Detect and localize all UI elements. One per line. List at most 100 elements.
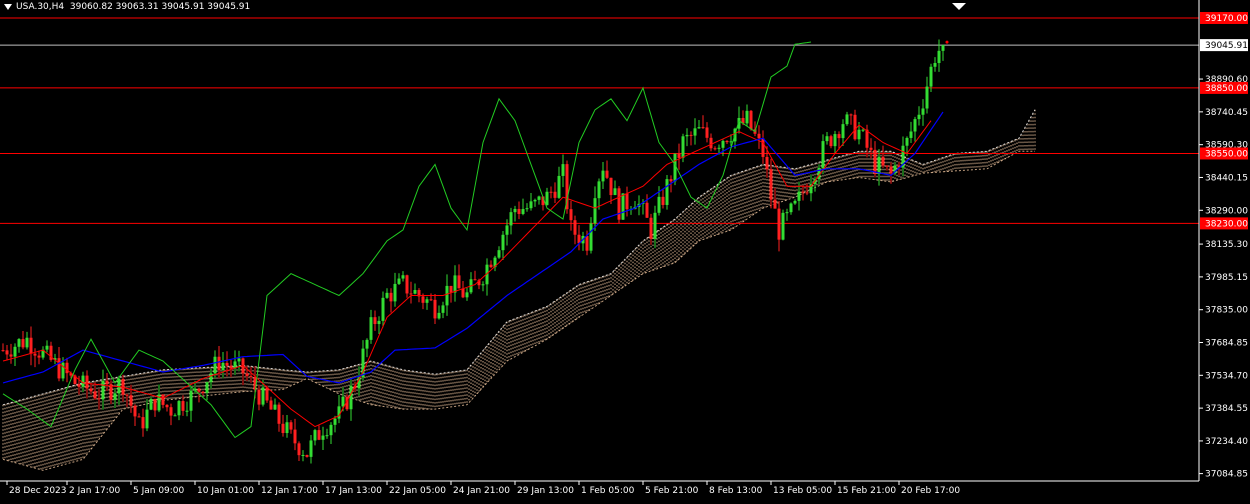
candle-body [605, 170, 609, 178]
candle-body [349, 385, 353, 410]
y-tick-label: 38135.30 [1205, 240, 1248, 250]
candle-body [797, 191, 801, 201]
chart-shift-marker-icon[interactable] [952, 3, 966, 10]
candle-body [409, 293, 413, 295]
candle-body [489, 264, 493, 268]
candle-body [677, 153, 681, 158]
candle-body [497, 250, 501, 258]
candle-body [297, 443, 301, 456]
candle-body [385, 292, 389, 298]
y-tick-label: 38230.00 [1205, 219, 1248, 229]
candle-body [129, 395, 133, 406]
candle-body [229, 365, 233, 369]
candle-body [777, 208, 781, 240]
candle-body [669, 179, 673, 182]
candle-body [101, 380, 105, 400]
candle-body [617, 188, 621, 220]
candle-body [245, 373, 249, 377]
candle-body [269, 400, 273, 410]
dropdown-triangle-icon[interactable] [4, 3, 12, 10]
y-tick-label: 37384.55 [1205, 404, 1248, 414]
x-tick-label: 22 Jan 05:00 [389, 486, 446, 496]
candle-body [885, 165, 889, 167]
candle-body [305, 454, 309, 457]
candle-body [825, 136, 829, 142]
candle-body [801, 191, 805, 193]
x-tick-label: 8 Feb 13:00 [709, 486, 763, 496]
candle-body [553, 191, 557, 198]
candle-body [301, 454, 305, 456]
x-tick-label: 5 Jan 09:00 [133, 486, 185, 496]
candle-body [209, 373, 213, 383]
y-tick-label: 37684.85 [1205, 339, 1248, 349]
candle-body [545, 191, 549, 206]
candle-body [425, 299, 429, 303]
candle-body [381, 297, 385, 321]
candle-body [625, 193, 629, 210]
candle-body [761, 138, 765, 157]
candle-body [165, 404, 169, 408]
candle-body [697, 127, 701, 129]
candle-body [877, 156, 881, 175]
x-tick-label: 13 Feb 05:00 [773, 486, 832, 496]
candle-body [757, 133, 761, 139]
y-tick-label: 37234.40 [1205, 437, 1248, 447]
candle-body [665, 179, 669, 205]
candle-body [717, 147, 721, 149]
x-tick-label: 1 Feb 05:00 [581, 486, 635, 496]
candle-body [369, 317, 373, 340]
candle-body [249, 376, 253, 378]
y-tick-label: 38550.00 [1205, 149, 1248, 159]
y-tick-label: 37084.85 [1205, 470, 1248, 480]
candle-body [289, 422, 293, 430]
candle-body [505, 225, 509, 235]
candle-body [145, 409, 149, 429]
candle-body [373, 317, 377, 325]
y-tick-label: 38740.45 [1205, 108, 1248, 118]
candle-body [689, 134, 693, 136]
candle-body [17, 339, 21, 347]
candle-body [693, 128, 697, 136]
candle-body [25, 337, 29, 348]
candle-body [265, 387, 269, 401]
candle-body [365, 339, 369, 349]
candle-body [837, 134, 841, 139]
candle-body [621, 193, 625, 220]
candle-body [413, 290, 417, 294]
candle-body [521, 209, 525, 214]
candle-body [573, 220, 577, 235]
candle-body [709, 137, 713, 149]
x-tick-label: 12 Jan 17:00 [261, 486, 318, 496]
candle-body [225, 362, 229, 366]
candle-body [185, 410, 189, 412]
candle-body [849, 114, 853, 116]
candle-body [449, 285, 453, 293]
candle-body [917, 114, 921, 120]
candle-body [317, 430, 321, 440]
candle-body [765, 156, 769, 170]
candle-body [533, 199, 537, 202]
candle-body [833, 134, 837, 147]
candle-body [525, 208, 529, 210]
candle-body [77, 384, 81, 387]
price-chart[interactable]: 39170.0039045.9138890.6038850.0038740.45… [0, 0, 1250, 500]
candle-body [201, 391, 205, 393]
candle-body [937, 50, 941, 64]
y-tick-label: 39170.00 [1205, 14, 1248, 24]
candle-body [781, 212, 785, 240]
candle-body [529, 201, 533, 209]
chart-area[interactable]: USA.30,H4 39060.82 39063.31 39045.91 390… [0, 0, 1250, 500]
candle-body [869, 147, 873, 150]
last-price-dot [945, 40, 949, 44]
candle-body [13, 346, 17, 357]
candle-body [805, 192, 809, 194]
candle-body [105, 380, 109, 385]
candle-body [401, 275, 405, 279]
candle-body [89, 388, 93, 392]
candle-body [397, 278, 401, 284]
candle-body [713, 148, 717, 150]
candle-body [377, 320, 381, 325]
candle-body [1, 350, 5, 352]
candle-body [749, 110, 753, 130]
candle-body [929, 66, 933, 87]
